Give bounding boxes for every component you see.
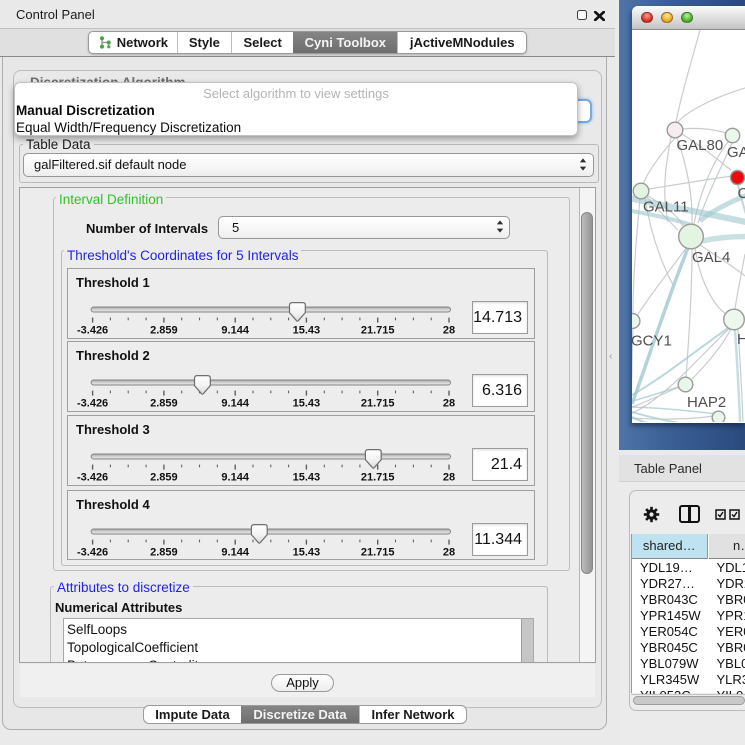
svg-text:2.859: 2.859 [150, 398, 178, 410]
svg-text:9.144: 9.144 [221, 398, 249, 410]
svg-text:GAL80: GAL80 [677, 137, 724, 154]
svg-text:2.859: 2.859 [150, 324, 178, 336]
svg-text:GAL4: GAL4 [692, 249, 730, 266]
svg-text:28: 28 [443, 324, 455, 336]
svg-text:21.715: 21.715 [361, 472, 395, 484]
svg-text:28: 28 [443, 546, 455, 558]
svg-text:28: 28 [443, 472, 455, 484]
svg-text:GA: GA [727, 144, 745, 161]
svg-text:15.43: 15.43 [293, 472, 321, 484]
svg-text:28: 28 [443, 398, 455, 410]
svg-text:GAL11: GAL11 [643, 199, 689, 216]
svg-text:9.144: 9.144 [221, 546, 249, 558]
svg-text:21.715: 21.715 [361, 398, 395, 410]
svg-text:15.43: 15.43 [293, 324, 321, 336]
svg-text:15.43: 15.43 [293, 546, 321, 558]
svg-text:15.43: 15.43 [293, 398, 321, 410]
svg-text:-3.426: -3.426 [77, 472, 108, 484]
svg-text:C: C [738, 185, 745, 202]
svg-text:21.715: 21.715 [361, 324, 395, 336]
svg-text:-3.426: -3.426 [77, 398, 108, 410]
svg-text:2.859: 2.859 [150, 472, 178, 484]
svg-text:HAP2: HAP2 [687, 394, 726, 411]
svg-text:-3.426: -3.426 [77, 324, 108, 336]
svg-text:9.144: 9.144 [221, 472, 249, 484]
svg-text:2.859: 2.859 [150, 546, 178, 558]
svg-text:-3.426: -3.426 [77, 546, 108, 558]
svg-text:H: H [737, 331, 745, 348]
svg-text:21.715: 21.715 [361, 546, 395, 558]
svg-text:9.144: 9.144 [221, 324, 249, 336]
svg-text:GCY1: GCY1 [632, 333, 672, 350]
